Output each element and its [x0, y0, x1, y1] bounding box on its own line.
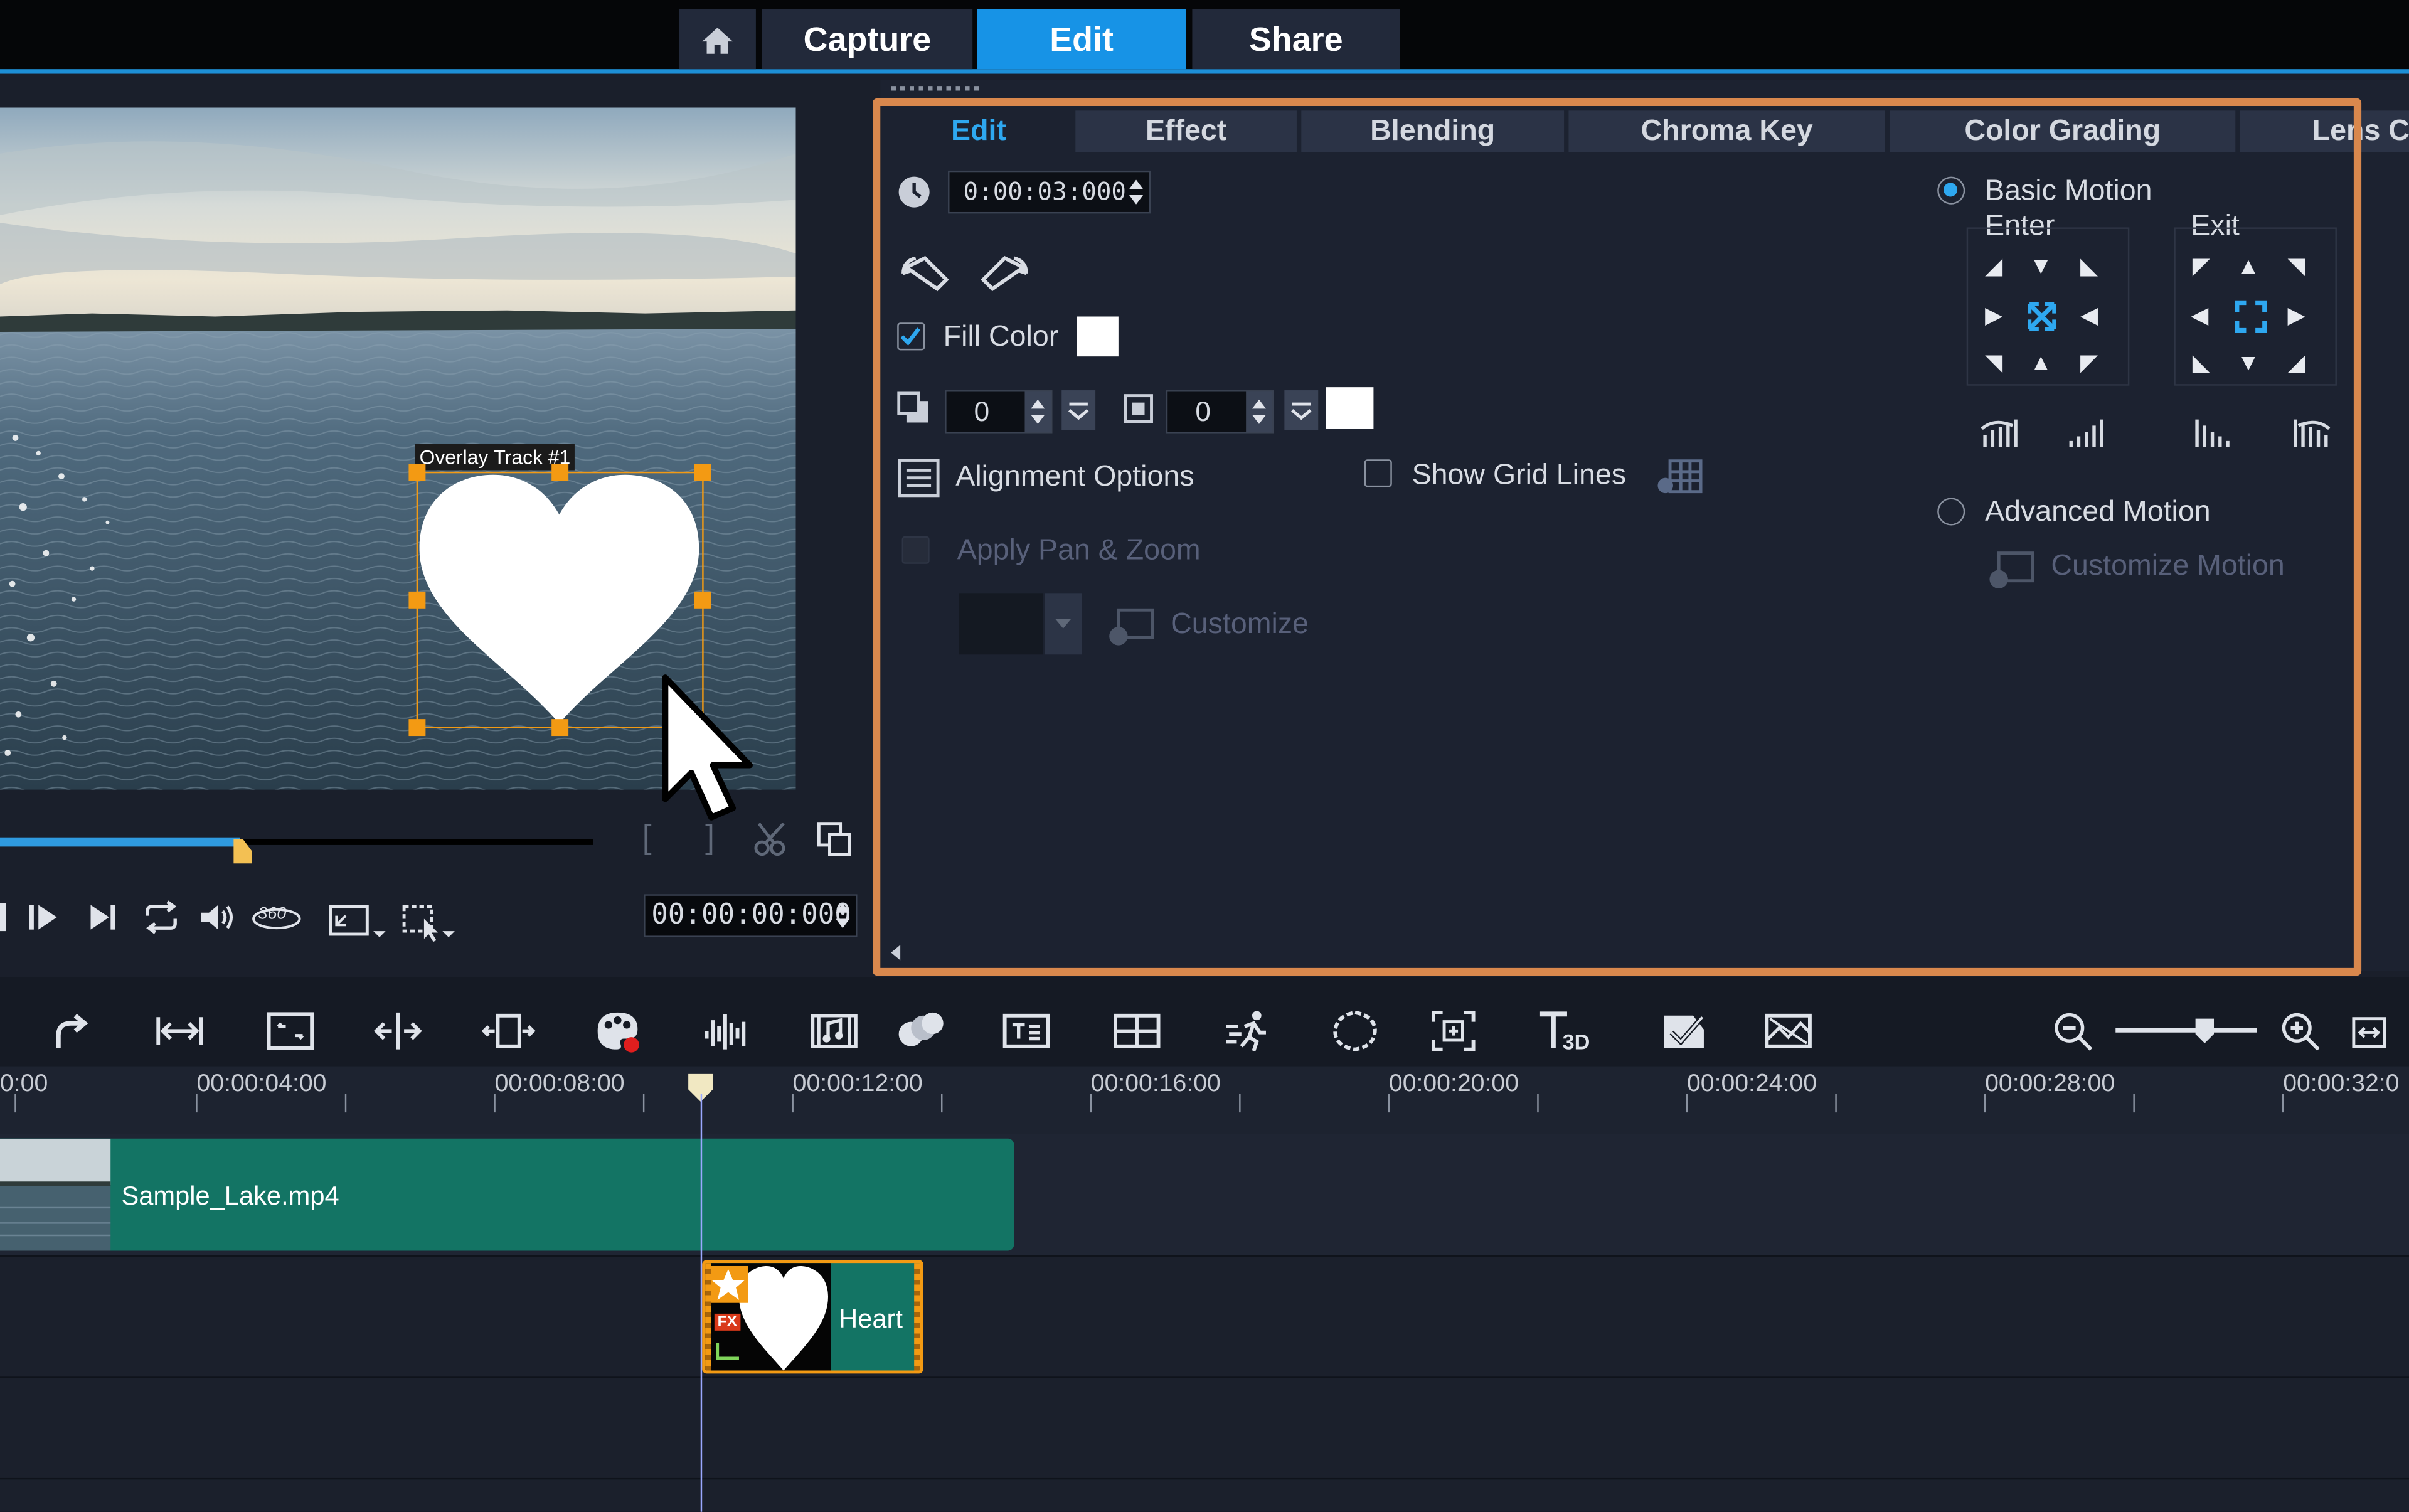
empty-track [0, 1479, 2409, 1512]
ruler-tick-label: 00:00:04:00 [196, 1070, 327, 1097]
clip-trim-handle-left[interactable] [705, 1263, 711, 1371]
audio-mixer-icon[interactable] [701, 1008, 750, 1054]
fit-timeline-icon[interactable] [2351, 1014, 2388, 1051]
resize-handle[interactable] [408, 591, 426, 609]
360-view-button[interactable]: 360 [250, 900, 302, 934]
playhead-line[interactable] [700, 1094, 703, 1512]
panel-drag-grip[interactable] [891, 86, 984, 91]
overlay-clip-name: Heart [839, 1304, 903, 1334]
speaker-icon [201, 905, 233, 930]
resize-handle[interactable] [551, 719, 569, 737]
ruler-tick-label: 00:00:32:0 [2283, 1070, 2400, 1097]
smart-proxy-button[interactable] [400, 900, 461, 944]
tab-capture[interactable]: Capture [762, 9, 973, 70]
overlay-clip[interactable]: FX Heart [702, 1260, 923, 1374]
fit-project-icon[interactable] [154, 1008, 206, 1054]
video-editor-window: Capture Edit Share Overlay Track #1 [] … [0, 0, 2409, 1512]
resize-handle[interactable] [694, 464, 711, 481]
multi-camera-icon[interactable] [1112, 1008, 1161, 1054]
zoom-slider-track[interactable] [2115, 1028, 2257, 1033]
ruler-tick-label: 00:00:16:00 [1090, 1070, 1221, 1097]
split-screen-template-icon[interactable] [1659, 1008, 1708, 1054]
step-forward-icon [29, 905, 57, 930]
auto-music-icon[interactable] [810, 1008, 859, 1054]
top-bar-accent-line [0, 69, 2409, 74]
motion-tracking-icon[interactable] [894, 1008, 946, 1054]
resize-handle[interactable] [408, 719, 426, 737]
scrubber-progress [0, 837, 240, 847]
ruler-tick-label: 00:00:12:00 [792, 1070, 923, 1097]
repeat-icon [146, 900, 177, 934]
aspect-ratio-icon [329, 905, 386, 937]
motion-path-icon [716, 1343, 739, 1360]
tab-edit[interactable]: Edit [977, 9, 1186, 70]
volume-button[interactable] [198, 900, 238, 934]
video-masking-icon[interactable] [1763, 1008, 1812, 1054]
mark-in-button[interactable]: [ [642, 817, 652, 858]
ruler-tick-label: 00:00:08:00 [494, 1070, 625, 1097]
stop-button[interactable] [0, 900, 9, 934]
svg-text:360: 360 [258, 904, 286, 923]
scrubber-handle[interactable] [233, 839, 252, 864]
video-clip-thumbnail [0, 1138, 111, 1251]
ripple-edit-icon[interactable] [481, 1008, 536, 1054]
pan-and-zoom-icon[interactable] [1429, 1008, 1478, 1054]
favorite-badge [708, 1265, 748, 1303]
video-clip-name: Sample_Lake.mp4 [121, 1181, 339, 1211]
mask-creator-icon[interactable] [1331, 1008, 1380, 1054]
zoom-in-icon[interactable] [2280, 1011, 2323, 1054]
home-tab[interactable] [679, 9, 756, 70]
next-frame-button[interactable] [26, 900, 60, 934]
aspect-ratio-button[interactable] [327, 900, 389, 944]
redo-icon[interactable] [49, 1008, 92, 1054]
empty-track [0, 1378, 2409, 1480]
timeline-toolbar [0, 977, 2409, 1067]
resize-handle[interactable] [694, 591, 711, 609]
highlight-frame [873, 98, 2362, 976]
360-icon: 360 [252, 904, 301, 930]
fx-badge: FX [714, 1313, 740, 1331]
ruler-tick-label: 00:00:24:00 [1687, 1070, 1817, 1097]
spin-arrows-icon[interactable] [834, 900, 851, 931]
stop-icon [0, 903, 6, 932]
zoom-out-icon[interactable] [2053, 1011, 2096, 1054]
ruler-tick-label: 00:00:28:00 [1985, 1070, 2115, 1097]
resize-handle[interactable] [551, 464, 569, 481]
svg-text:3D: 3D [1563, 1031, 1590, 1054]
clip-trim-handle-right[interactable] [914, 1263, 920, 1371]
overlay-clip-thumbnail [738, 1265, 829, 1371]
zoom-slider-handle[interactable] [2194, 1017, 2215, 1045]
tab-share[interactable]: Share [1192, 9, 1400, 70]
overlay-track [0, 1257, 2409, 1378]
subtitle-editor-icon[interactable] [1002, 1008, 1051, 1054]
resize-handle[interactable] [408, 464, 426, 481]
color-palette-icon[interactable] [595, 1008, 644, 1054]
selection-tool-icon [402, 905, 455, 942]
enlarge-preview-icon[interactable] [816, 821, 853, 858]
mouse-cursor-icon [662, 674, 753, 821]
time-remapping-icon[interactable] [1223, 1008, 1275, 1054]
scissors-icon[interactable] [753, 821, 793, 858]
split-clip-icon[interactable] [372, 1008, 424, 1054]
video-clip[interactable]: Sample_Lake.mp4 [0, 1138, 1014, 1251]
home-icon [702, 26, 733, 53]
track-manager-icon[interactable] [264, 1008, 316, 1054]
preview-timecode[interactable]: 00:00:00:000 [644, 894, 858, 937]
ruler-tick-label: 0:00 [0, 1070, 48, 1097]
ruler-tick-label: 00:00:20:00 [1388, 1070, 1519, 1097]
mark-out-button[interactable]: ] [705, 817, 715, 858]
star-icon [711, 1269, 745, 1300]
3d-title-editor-icon[interactable]: 3D [1536, 1008, 1592, 1054]
end-button[interactable] [86, 900, 120, 934]
repeat-button[interactable] [141, 900, 181, 934]
skip-end-icon [90, 905, 115, 930]
